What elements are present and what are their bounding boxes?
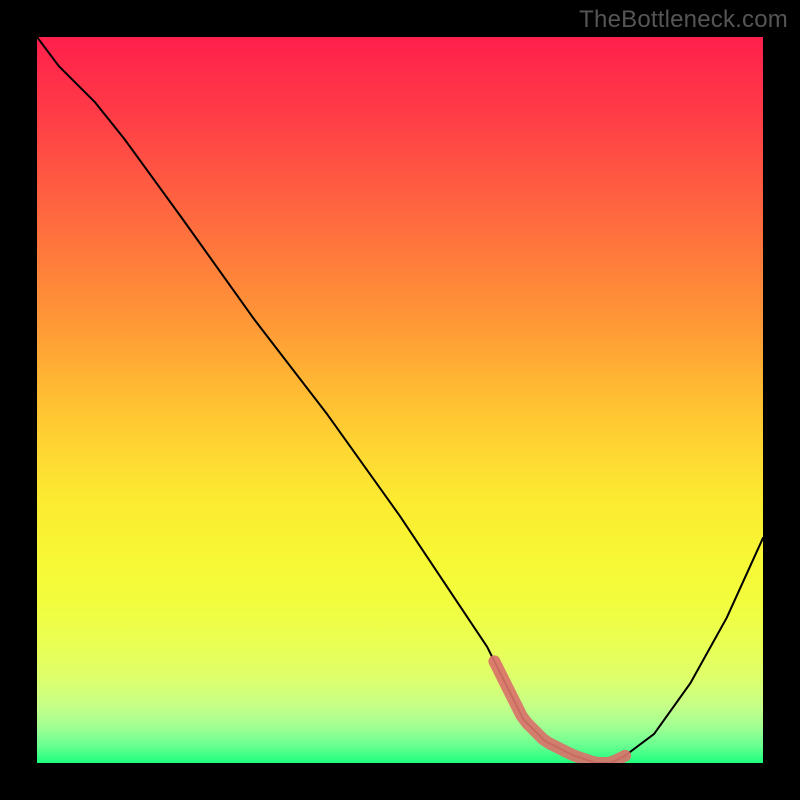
watermark-text: TheBottleneck.com (579, 6, 788, 34)
gradient-background (37, 37, 763, 763)
chart-frame: TheBottleneck.com (0, 0, 800, 800)
chart-svg (37, 37, 763, 763)
plot-area (37, 37, 763, 763)
